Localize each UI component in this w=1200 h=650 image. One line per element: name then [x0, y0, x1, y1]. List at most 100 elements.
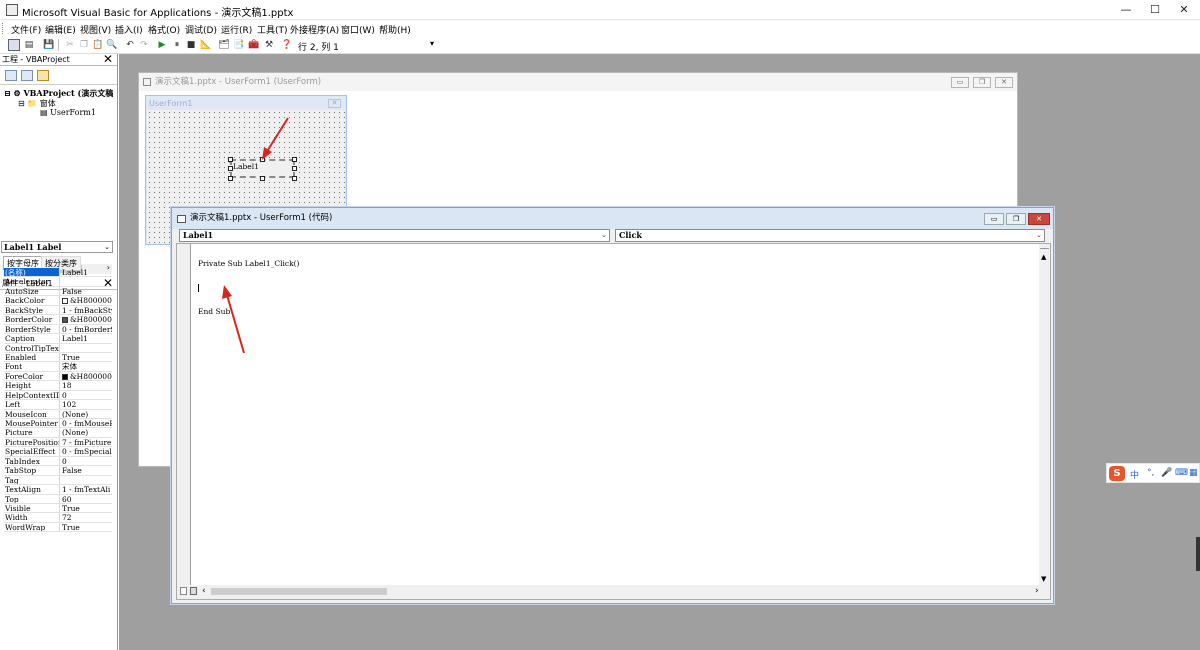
property-row[interactable]: Left 102: [4, 400, 112, 410]
resize-handle[interactable]: [228, 157, 233, 162]
object-combo[interactable]: Label1 ⌄: [179, 229, 610, 242]
property-value[interactable]: 0 - fmSpecial: [60, 447, 112, 455]
view-code-icon[interactable]: [5, 70, 17, 81]
property-row[interactable]: TabIndex 0: [4, 456, 112, 467]
save-icon[interactable]: 💾: [43, 39, 55, 51]
run-icon[interactable]: ▶: [156, 39, 168, 51]
menu-debug[interactable]: 调试(D): [185, 23, 217, 36]
property-row[interactable]: MousePointer0 - fmMousePo: [4, 419, 112, 429]
resize-handle[interactable]: [292, 176, 297, 181]
resize-handle[interactable]: [260, 176, 265, 181]
procedure-view-icon[interactable]: [180, 587, 187, 595]
minimize-icon[interactable]: —: [1112, 2, 1140, 18]
menu-tools[interactable]: 工具(T): [257, 23, 288, 36]
undo-icon[interactable]: ↶: [124, 39, 136, 51]
toolbox-icon[interactable]: ⚒: [263, 39, 275, 51]
property-value[interactable]: 102: [60, 400, 112, 408]
ime-punctuation-icon[interactable]: °,: [1147, 468, 1154, 478]
redo-icon[interactable]: ↷: [138, 39, 150, 51]
properties-object-select[interactable]: Label1 Label ⌄: [1, 241, 113, 253]
paste-icon[interactable]: 📋: [92, 39, 104, 51]
property-value[interactable]: 60: [60, 495, 112, 503]
menu-run[interactable]: 运行(R): [221, 23, 252, 36]
menu-insert[interactable]: 插入(I): [115, 23, 143, 36]
code-text[interactable]: Private Sub Label1_Click() End Sub: [198, 244, 1038, 332]
property-value[interactable]: 18: [60, 381, 112, 389]
property-value[interactable]: 0 - fmMousePo: [60, 419, 112, 427]
property-value[interactable]: 0 - fmBorderS: [60, 325, 112, 333]
property-row[interactable]: BackStyle1 - fmBackStyle: [4, 305, 112, 316]
microphone-icon[interactable]: 🎤: [1161, 468, 1172, 478]
resize-handle[interactable]: [228, 176, 233, 181]
design-mode-icon[interactable]: 📐: [200, 39, 212, 51]
menu-view[interactable]: 视图(V): [80, 23, 111, 36]
menu-addins[interactable]: 外接程序(A): [290, 23, 339, 36]
code-hscroll-thumb[interactable]: [211, 588, 387, 595]
property-value[interactable]: True: [60, 504, 112, 512]
property-row[interactable]: (名称) Label1: [4, 268, 112, 278]
property-row[interactable]: BorderStyle 0 - fmBorderS: [4, 324, 112, 335]
property-value[interactable]: (None): [60, 428, 112, 436]
scroll-up-icon[interactable]: ▲: [1041, 253, 1046, 261]
property-value[interactable]: 0: [60, 391, 112, 399]
toolbar-options-icon[interactable]: ▾: [430, 39, 436, 51]
cut-icon[interactable]: ✂: [64, 39, 76, 51]
property-row[interactable]: BorderColor&H80000006&: [4, 315, 112, 325]
code-minimize-icon[interactable]: ▭: [984, 213, 1004, 225]
property-row[interactable]: Tag: [4, 475, 112, 486]
property-row[interactable]: Caption Label1: [4, 334, 112, 344]
property-value[interactable]: &H80000012&: [60, 372, 112, 380]
resize-handle[interactable]: [228, 166, 233, 171]
property-value[interactable]: True: [60, 353, 112, 361]
reset-icon[interactable]: ■: [185, 39, 197, 51]
scroll-left-icon[interactable]: ‹: [202, 586, 206, 596]
property-value[interactable]: &H8000000F&: [60, 296, 112, 305]
property-value[interactable]: [60, 476, 112, 484]
property-row[interactable]: TabStop False: [4, 466, 112, 476]
property-row[interactable]: Picture (None): [4, 428, 112, 438]
menu-help[interactable]: 帮助(H): [379, 23, 411, 36]
property-row[interactable]: Accelerator: [4, 277, 112, 287]
property-row[interactable]: ForeColor&H80000012&: [4, 371, 112, 382]
tree-node-userform1[interactable]: ▤ UserForm1: [40, 108, 96, 117]
object-browser-icon[interactable]: 🧰: [248, 39, 260, 51]
view-object-icon[interactable]: [21, 70, 33, 81]
property-row[interactable]: BackColor&H8000000F&: [4, 296, 112, 306]
insert-userform-icon[interactable]: ▤: [23, 39, 35, 51]
property-row[interactable]: TextAlign 1 - fmTextAli: [4, 485, 112, 495]
find-icon[interactable]: 🔍: [106, 39, 118, 51]
scroll-right-icon[interactable]: ›: [1035, 586, 1039, 596]
property-value[interactable]: False: [60, 287, 112, 295]
close-icon[interactable]: ✕: [1170, 2, 1198, 18]
menu-format[interactable]: 格式(O): [148, 23, 180, 36]
close-project-pane-icon[interactable]: ✕: [103, 53, 113, 65]
property-value[interactable]: (None): [60, 410, 112, 418]
menu-window[interactable]: 窗口(W): [341, 23, 375, 36]
property-value[interactable]: 72: [60, 513, 112, 521]
ime-toolbox-icon[interactable]: ▦: [1189, 468, 1198, 478]
scroll-down-icon[interactable]: ▼: [1041, 575, 1046, 583]
property-row[interactable]: ControlTipText: [4, 343, 112, 353]
property-row[interactable]: MouseIcon (None): [4, 409, 112, 419]
property-value[interactable]: &H80000006&: [60, 315, 112, 324]
menu-file[interactable]: 文件(F): [11, 23, 41, 36]
copy-icon[interactable]: ❐: [78, 39, 90, 51]
property-row[interactable]: Enabled True: [4, 352, 112, 363]
property-row[interactable]: Width 72: [4, 513, 112, 523]
property-value[interactable]: Label1: [60, 334, 112, 342]
property-value[interactable]: 7 - fmPicture: [60, 438, 112, 446]
code-vscroll[interactable]: ▲ ▼: [1039, 244, 1050, 585]
maximize-icon[interactable]: ☐: [1141, 2, 1169, 18]
property-row[interactable]: Visible True: [4, 503, 112, 514]
property-value[interactable]: [60, 344, 112, 352]
keyboard-icon[interactable]: ⌨: [1175, 468, 1188, 478]
view-excel-icon[interactable]: [8, 39, 20, 51]
code-close-icon[interactable]: ✕: [1028, 213, 1050, 225]
toggle-folders-icon[interactable]: [37, 70, 49, 81]
full-module-view-icon[interactable]: [190, 587, 197, 595]
project-explorer-icon[interactable]: 🗂: [218, 39, 230, 51]
code-maximize-icon[interactable]: ❐: [1006, 213, 1026, 225]
form-minimize-icon[interactable]: ▭: [951, 77, 969, 88]
property-row[interactable]: Height 18: [4, 381, 112, 391]
properties-window-icon[interactable]: 📑: [233, 39, 245, 51]
